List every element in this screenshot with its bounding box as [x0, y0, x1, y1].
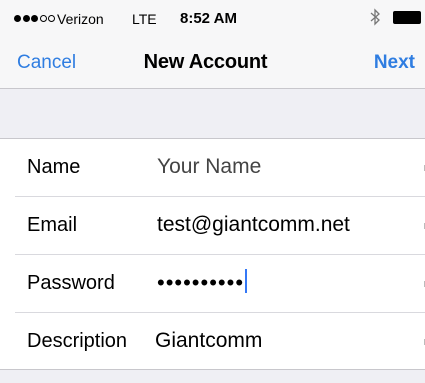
- bluetooth-icon: [370, 8, 380, 26]
- signal-dot: [22, 15, 30, 22]
- email-field[interactable]: test@giantcomm.net: [157, 213, 350, 237]
- signal-strength-icon: [14, 15, 55, 22]
- description-label: Description: [27, 330, 128, 352]
- password-row: Password ••••••••••: [0, 255, 425, 313]
- signal-dot: [39, 15, 47, 22]
- email-label: Email: [27, 214, 78, 236]
- network-type: LTE: [132, 11, 157, 27]
- page-title: New Account: [0, 51, 425, 74]
- description-field[interactable]: Giantcomm: [155, 329, 262, 353]
- signal-dot: [14, 15, 21, 22]
- navigation-bar: Cancel New Account Next: [0, 38, 425, 88]
- battery-icon: [393, 11, 421, 24]
- text-cursor: [245, 269, 248, 293]
- email-row: Email test@giantcomm.net: [0, 197, 425, 255]
- password-field[interactable]: ••••••••••: [157, 269, 248, 296]
- password-dots: ••••••••••: [157, 270, 245, 295]
- name-field[interactable]: Your Name: [157, 155, 261, 179]
- page-title-text: New Account: [143, 51, 268, 73]
- next-button[interactable]: Next: [374, 52, 415, 74]
- description-row: Description Giantcomm: [0, 313, 425, 371]
- carrier-name: Verizon: [57, 11, 104, 27]
- name-label: Name: [27, 156, 81, 178]
- status-time: 8:52 AM: [180, 10, 237, 27]
- name-row: Name Your Name: [0, 139, 425, 197]
- signal-dot: [31, 15, 38, 22]
- account-form: Name Your Name Email test@giantcomm.net …: [0, 138, 425, 370]
- status-bar: Verizon LTE 8:52 AM: [0, 0, 425, 38]
- nav-divider: [0, 88, 425, 89]
- signal-dot: [48, 15, 55, 22]
- password-label: Password: [27, 272, 115, 294]
